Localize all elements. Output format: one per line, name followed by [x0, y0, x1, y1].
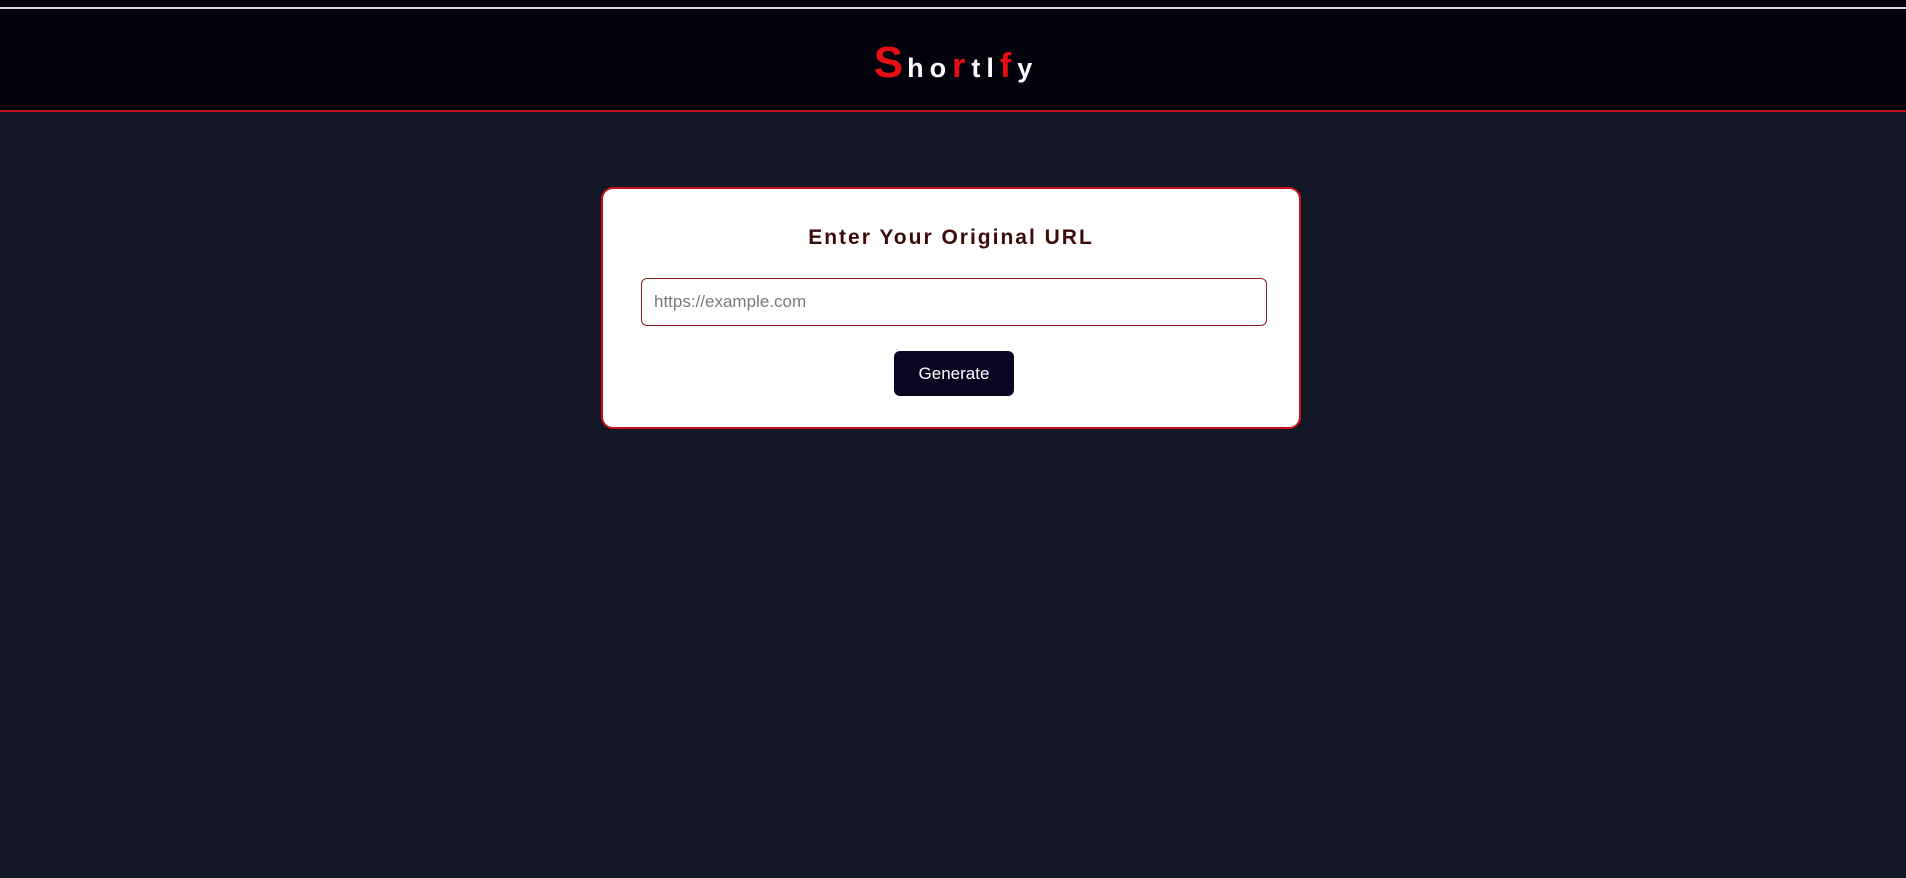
url-form-card: Enter Your Original URL Generate — [601, 187, 1301, 429]
logo-letter: l — [986, 52, 994, 83]
logo-shortify[interactable]: S h o r t l f y — [874, 38, 1032, 88]
site-header: S h o r t l f y — [0, 11, 1906, 112]
logo-letter: h — [907, 52, 924, 83]
logo-letter: S — [873, 37, 904, 87]
top-strip — [0, 0, 1906, 11]
logo-letter: o — [929, 52, 947, 83]
logo-letter: t — [971, 52, 981, 83]
generate-button[interactable]: Generate — [894, 351, 1014, 396]
form-title: Enter Your Original URL — [808, 226, 1094, 249]
logo-letter: y — [1017, 52, 1033, 83]
logo-letter: r — [952, 46, 966, 85]
url-input[interactable] — [641, 278, 1267, 326]
logo-letter: f — [999, 46, 1012, 85]
top-divider — [0, 7, 1906, 9]
